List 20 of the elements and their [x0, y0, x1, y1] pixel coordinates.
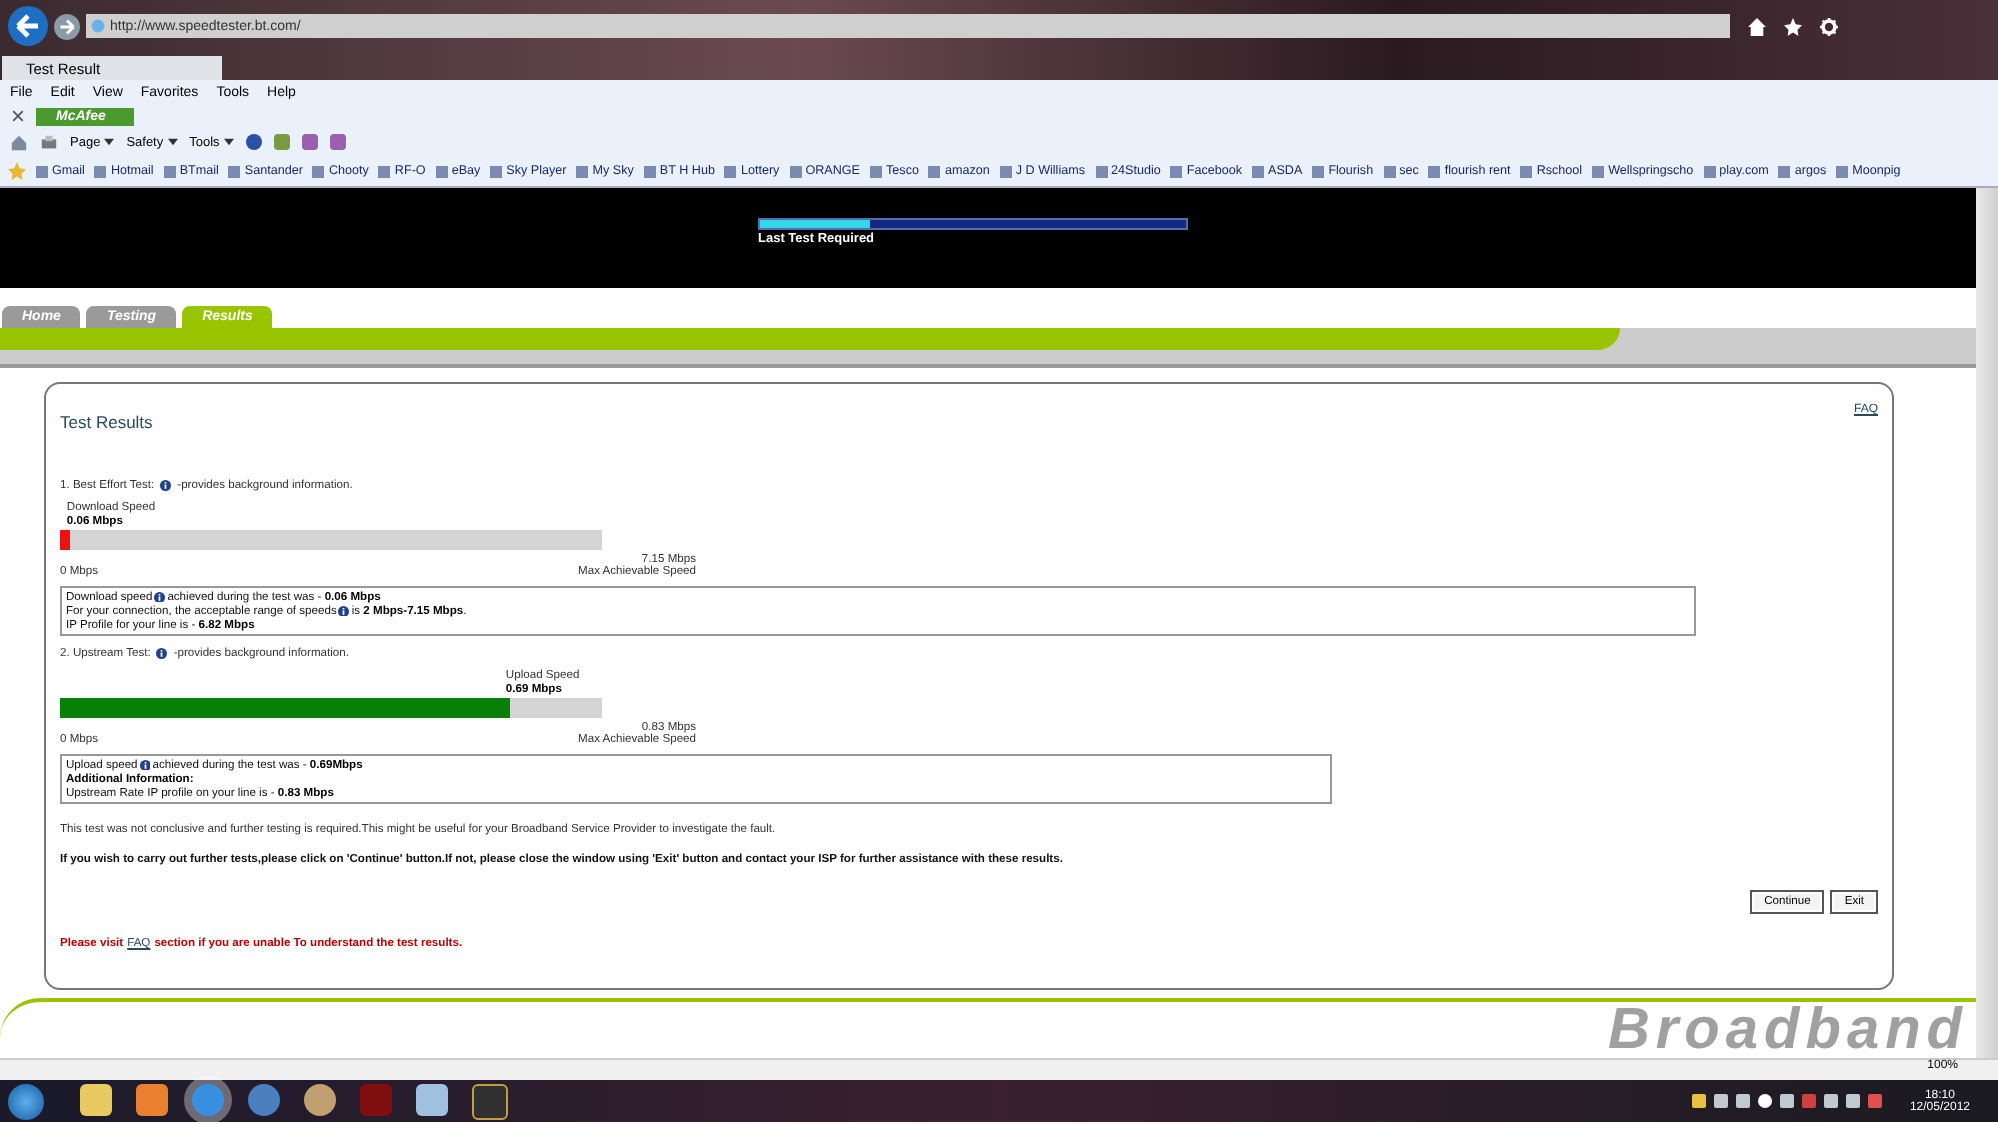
info-icon[interactable] — [156, 648, 168, 660]
info-icon[interactable] — [139, 759, 151, 771]
close-icon[interactable] — [12, 110, 24, 122]
printer-icon[interactable] — [40, 133, 58, 151]
scrollbar[interactable] — [1976, 188, 1998, 1058]
star-icon[interactable] — [1784, 17, 1802, 35]
info-icon[interactable] — [154, 591, 166, 603]
info-icon[interactable] — [160, 480, 172, 492]
home-icon[interactable] — [1748, 17, 1766, 35]
card-title: Test Results — [60, 412, 153, 432]
caret-icon[interactable] — [104, 138, 115, 146]
forward-button[interactable] — [54, 13, 80, 39]
broadband-logo-text: Broadband — [1607, 1002, 1968, 1058]
caret-icon[interactable] — [167, 138, 178, 146]
caret-icon[interactable] — [223, 138, 234, 146]
start-button[interactable] — [8, 1083, 44, 1119]
back-button[interactable] — [8, 6, 48, 46]
info-icon[interactable] — [338, 605, 350, 617]
favorites-star-icon[interactable] — [8, 162, 26, 180]
settings-icon[interactable] — [1820, 17, 1838, 35]
